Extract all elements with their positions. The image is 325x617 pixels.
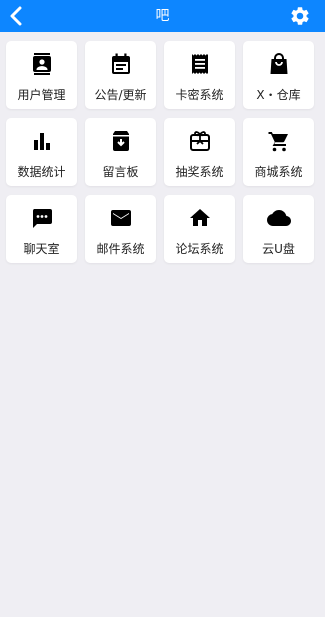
tile-label: 数据统计	[17, 165, 66, 179]
archive-download-icon	[112, 131, 129, 151]
shopping-bag-icon	[270, 53, 287, 74]
tile-card-key-system[interactable]: 卡密系统	[164, 41, 235, 109]
tile-warehouse[interactable]: X・仓库	[243, 41, 314, 109]
tile-label: 商城系统	[254, 165, 303, 179]
tile-label: X・仓库	[256, 88, 301, 102]
tile-label: 邮件系统	[96, 242, 145, 256]
contacts-icon	[32, 53, 51, 75]
mail-icon	[110, 210, 131, 226]
shopping-cart-icon	[268, 132, 288, 152]
tile-forum-system[interactable]: 论坛系统	[164, 195, 235, 263]
gear-icon[interactable]	[289, 5, 311, 27]
tile-label: 卡密系统	[175, 88, 224, 102]
tile-label: 留言板	[102, 165, 139, 179]
tile-message-board[interactable]: 留言板	[85, 118, 156, 186]
tile-cloud-drive[interactable]: 云U盘	[243, 195, 314, 263]
bar-chart-icon	[33, 133, 50, 150]
cloud-icon	[266, 210, 291, 226]
tile-label: 聊天室	[23, 242, 60, 256]
tile-label: 用户管理	[17, 88, 66, 102]
calendar-icon	[111, 53, 130, 74]
tile-user-management[interactable]: 用户管理	[6, 41, 77, 109]
tile-label: 云U盘	[262, 242, 295, 256]
tile-chat-room[interactable]: 聊天室	[6, 195, 77, 263]
receipt-icon	[191, 54, 208, 74]
home-icon	[189, 209, 210, 226]
tile-statistics[interactable]: 数据统计	[6, 118, 77, 186]
tile-mall-system[interactable]: 商城系统	[243, 118, 314, 186]
page-title: 吧	[155, 8, 170, 24]
tile-mail-system[interactable]: 邮件系统	[85, 195, 156, 263]
tile-lottery-system[interactable]: 抽奖系统	[164, 118, 235, 186]
feature-grid: 用户管理 公告/更新 卡密系统 X・仓库 数据统计 留言板 抽奖系统 商城系统 …	[6, 41, 320, 263]
tile-label: 公告/更新	[94, 88, 147, 102]
tile-announcements[interactable]: 公告/更新	[85, 41, 156, 109]
tile-label: 抽奖系统	[175, 165, 224, 179]
tile-label: 论坛系统	[175, 242, 224, 256]
top-app-bar: 吧	[0, 0, 325, 32]
chat-bubble-icon	[32, 209, 52, 228]
gift-card-icon	[189, 131, 210, 151]
